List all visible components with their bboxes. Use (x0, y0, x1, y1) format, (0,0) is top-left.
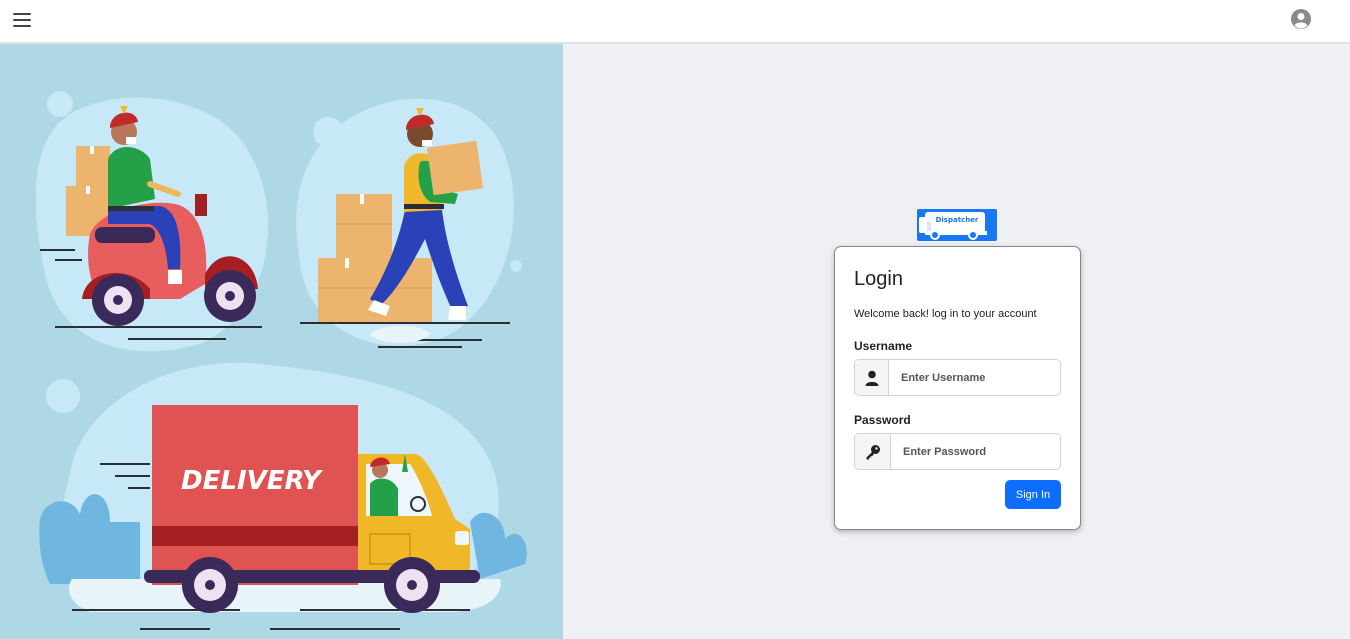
password-input[interactable] (903, 434, 1056, 469)
sign-in-button[interactable]: Sign In (1005, 480, 1061, 509)
truck-delivery-text: DELIVERY (181, 466, 324, 496)
top-navbar (0, 0, 1350, 43)
delivery-illustration: DELIVERY (0, 44, 563, 639)
username-label: Username (854, 339, 913, 353)
key-icon (855, 434, 891, 469)
bubble (313, 117, 343, 147)
bubble (53, 125, 71, 143)
bubble (510, 260, 522, 272)
dispatcher-logo: Dispatcher (917, 209, 997, 241)
password-label: Password (854, 413, 911, 427)
bubble (46, 379, 80, 413)
user-icon (855, 360, 889, 395)
password-input-group (854, 433, 1061, 470)
username-input-group (854, 359, 1061, 396)
login-title: Login (854, 268, 903, 290)
user-circle-icon[interactable] (1290, 8, 1312, 30)
login-card: Login Welcome back! log in to your accou… (834, 246, 1081, 530)
username-input[interactable] (901, 360, 1056, 395)
logo-text: Dispatcher (936, 216, 979, 224)
hamburger-menu-icon[interactable] (13, 13, 31, 29)
login-subtitle: Welcome back! log in to your account (854, 308, 1037, 320)
bubble (47, 91, 73, 117)
